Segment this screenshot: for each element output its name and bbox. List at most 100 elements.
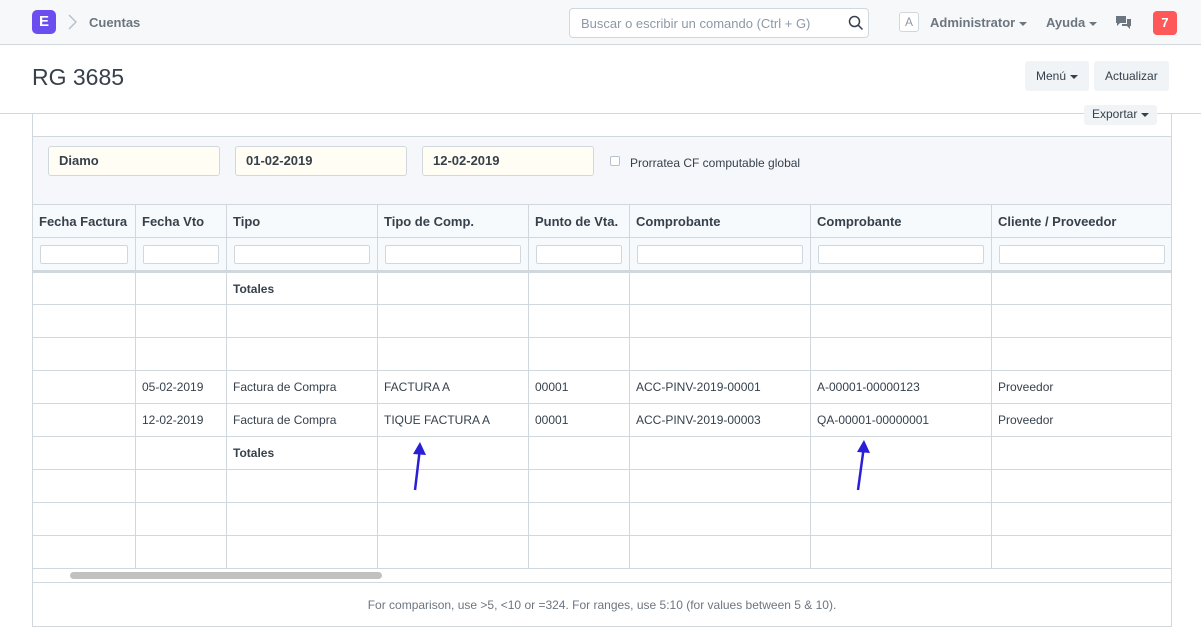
table-cell: Proveedor [991,370,1171,404]
table-body: Totales 05-02-2019 Factura de Compra FACTUR… [33,237,1171,569]
table-cell: TIQUE FACTURA A [377,403,529,437]
table-header-row: Fecha Factura Fecha Vto Tipo Tipo de Comp. P… [33,204,1171,238]
table-cell [991,535,1171,569]
from-date-filter[interactable]: 01-02-2019 [235,146,407,176]
refresh-button[interactable]: Actualizar [1094,61,1169,91]
column-filter-cell [377,237,529,273]
table-cell: ACC-PINV-2019-00003 [629,403,811,437]
table-cell [377,469,529,503]
table-cell [629,304,811,338]
column-header[interactable]: Punto de Vta. [528,204,630,238]
table-cell [33,535,136,569]
caret-down-icon [1019,21,1028,26]
table-cell: 00001 [528,370,630,404]
search-icon [848,15,864,31]
horizontal-scrollbar[interactable] [70,572,382,579]
table-cell [377,304,529,338]
report-grid: Fecha Factura Fecha Vto Tipo Tipo de Comp. P… [33,204,1171,569]
column-header[interactable]: Fecha Factura [33,204,136,238]
table-cell [810,502,992,536]
table-cell [991,304,1171,338]
search-input[interactable] [569,8,869,38]
table-cell [377,436,529,470]
company-filter[interactable]: Diamo [48,146,220,176]
table-cell [810,304,992,338]
table-cell [377,337,529,371]
column-filter-input[interactable] [999,244,1165,264]
table-cell [528,436,630,470]
table-cell: 05-02-2019 [135,370,227,404]
table-row[interactable] [33,469,1171,503]
column-filter-input[interactable] [536,244,622,264]
table-cell [226,469,378,503]
table-cell [33,271,136,305]
table-cell [528,271,630,305]
table-cell: Factura de Compra [226,370,378,404]
table-row[interactable]: Totales [33,436,1171,470]
table-cell [226,535,378,569]
table-cell: Proveedor [991,403,1171,437]
table-cell: 12-02-2019 [135,403,227,437]
table-row[interactable]: Totales [33,271,1171,305]
column-filter-cell [528,237,630,273]
table-cell [810,436,992,470]
column-filter-cell [135,237,227,273]
export-button[interactable]: Exportar [1084,105,1158,125]
prorratea-checkbox-label: Prorratea CF computable global [630,156,801,170]
to-date-filter[interactable]: 12-02-2019 [422,146,594,176]
table-cell: QA-00001-00000001 [810,403,992,437]
table-row[interactable]: 12-02-2019 Factura de Compra TIQUE FACTURA… [33,403,1171,437]
column-header[interactable]: Tipo [226,204,378,238]
help-menu[interactable]: Ayuda [1046,15,1098,30]
table-cell [135,469,227,503]
user-menu[interactable]: Administrator [930,15,1028,30]
chat-icon[interactable] [1115,15,1132,30]
table-row[interactable]: 05-02-2019 Factura de Compra FACTURA A 0000… [33,370,1171,404]
breadcrumb-cuentas[interactable]: Cuentas [89,15,140,30]
column-filter-input[interactable] [234,244,370,264]
column-header[interactable]: Fecha Vto [135,204,227,238]
table-cell [991,436,1171,470]
caret-down-icon [1141,112,1150,117]
column-filter-cell [226,237,378,273]
column-filter-input[interactable] [818,244,984,264]
annotation-arrow [413,442,426,491]
table-cell [377,502,529,536]
column-header[interactable]: Cliente / Proveedor [991,204,1171,238]
page-title: RG 3685 [32,64,125,90]
column-header[interactable]: Comprobante [810,204,992,238]
table-row[interactable] [33,535,1171,569]
table-cell [33,436,136,470]
table-row[interactable] [33,304,1171,338]
column-filter-input[interactable] [143,244,219,264]
column-header[interactable]: Tipo de Comp. [377,204,529,238]
table-cell [629,535,811,569]
report-table: Fecha Factura Fecha Vto Tipo Tipo de Comp. P… [33,204,1171,569]
table-cell [991,469,1171,503]
menu-button[interactable]: Menú [1025,61,1090,91]
app-logo[interactable]: E [32,10,56,34]
column-header[interactable]: Comprobante [629,204,811,238]
table-cell: Factura de Compra [226,403,378,437]
caret-down-icon [1070,74,1079,79]
prorratea-checkbox[interactable] [610,156,620,166]
column-filter-input[interactable] [385,244,521,264]
avatar[interactable]: A [899,12,919,32]
notification-badge[interactable]: 7 [1153,11,1177,35]
column-filter-input[interactable] [40,244,128,264]
table-cell [377,271,529,305]
table-row[interactable] [33,502,1171,536]
table-cell [33,403,136,437]
table-row[interactable] [33,337,1171,371]
table-cell [528,304,630,338]
column-filter-cell [991,237,1171,273]
table-cell [629,469,811,503]
table-cell [991,502,1171,536]
chevron-right-icon [68,14,77,30]
table-cell: ACC-PINV-2019-00001 [629,370,811,404]
column-filter-input[interactable] [637,244,803,264]
table-cell [810,337,992,371]
table-cell [629,337,811,371]
table-cell [33,502,136,536]
table-cell [810,535,992,569]
